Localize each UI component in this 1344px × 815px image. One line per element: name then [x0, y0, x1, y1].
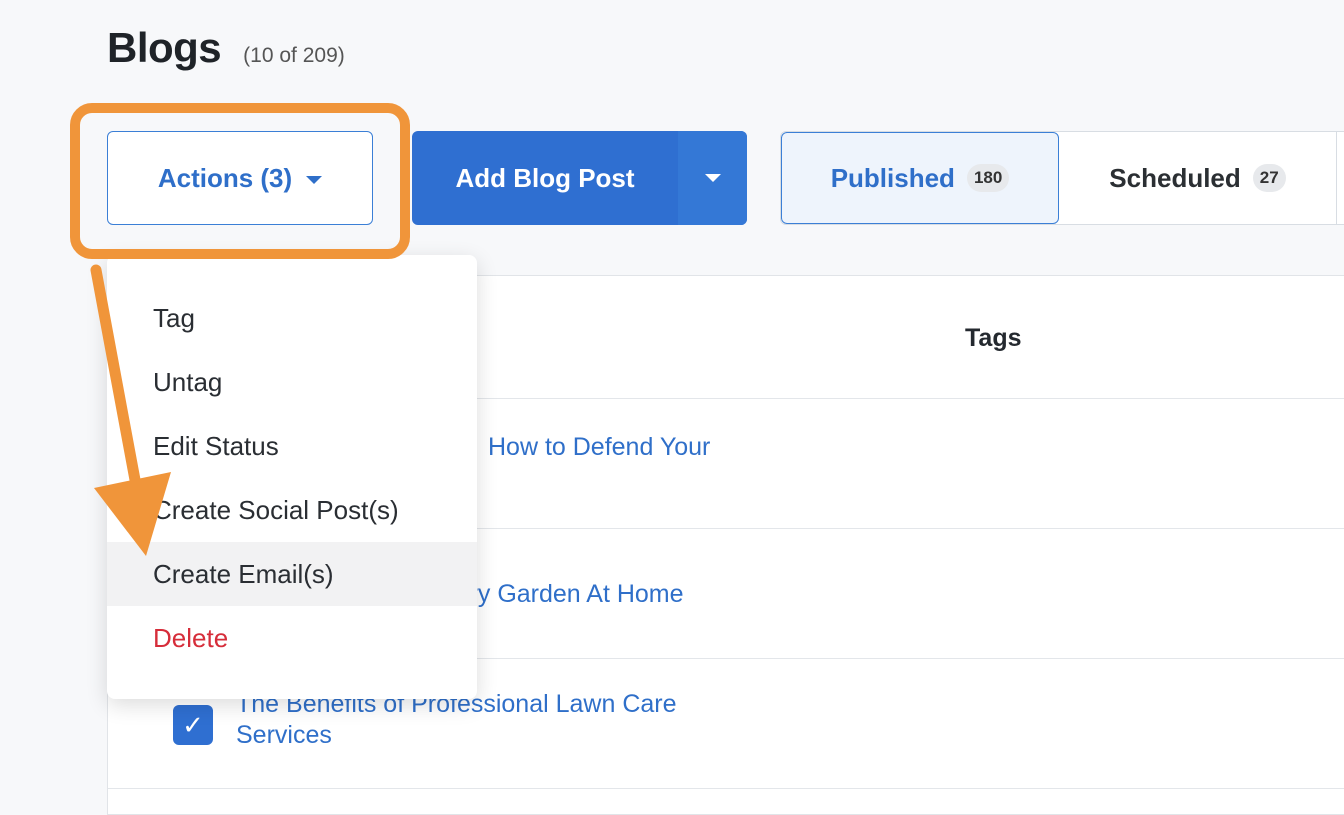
- chevron-down-icon: [704, 174, 721, 182]
- check-icon: ✓: [182, 709, 204, 740]
- count-badge: 180: [966, 164, 1010, 192]
- menu-item-edit-status[interactable]: Edit Status: [107, 414, 477, 478]
- row-checkbox[interactable]: ✓: [173, 705, 213, 745]
- tab-label: Published: [830, 162, 955, 193]
- page-count: (10 of 209): [243, 44, 345, 67]
- row-title-link[interactable]: How to Defend Your: [488, 432, 710, 463]
- status-tabs: Published 180 Scheduled 27: [780, 131, 1344, 225]
- row-title-link[interactable]: iry Garden At Home: [464, 579, 684, 610]
- add-blog-post-button[interactable]: Add Blog Post: [412, 131, 678, 225]
- menu-item-untag[interactable]: Untag: [107, 350, 477, 414]
- tab-scheduled[interactable]: Scheduled 27: [1059, 132, 1337, 224]
- menu-item-create-emails[interactable]: Create Email(s): [107, 542, 477, 606]
- tab-published[interactable]: Published 180: [781, 132, 1059, 224]
- column-header-tags: Tags: [965, 324, 1022, 352]
- title-row: Blogs (10 of 209): [107, 24, 345, 72]
- menu-item-tag[interactable]: Tag: [107, 286, 477, 350]
- highlight-box: [70, 103, 410, 259]
- actions-dropdown-menu: Tag Untag Edit Status Create Social Post…: [107, 255, 477, 699]
- page-title: Blogs: [107, 24, 222, 71]
- tab-label: Scheduled: [1109, 162, 1241, 193]
- menu-item-create-social-posts[interactable]: Create Social Post(s): [107, 478, 477, 542]
- menu-item-delete[interactable]: Delete: [107, 606, 477, 670]
- count-badge: 27: [1252, 164, 1286, 192]
- add-blog-post-button-group: Add Blog Post: [412, 131, 747, 225]
- add-blog-post-dropdown-toggle[interactable]: [678, 131, 747, 225]
